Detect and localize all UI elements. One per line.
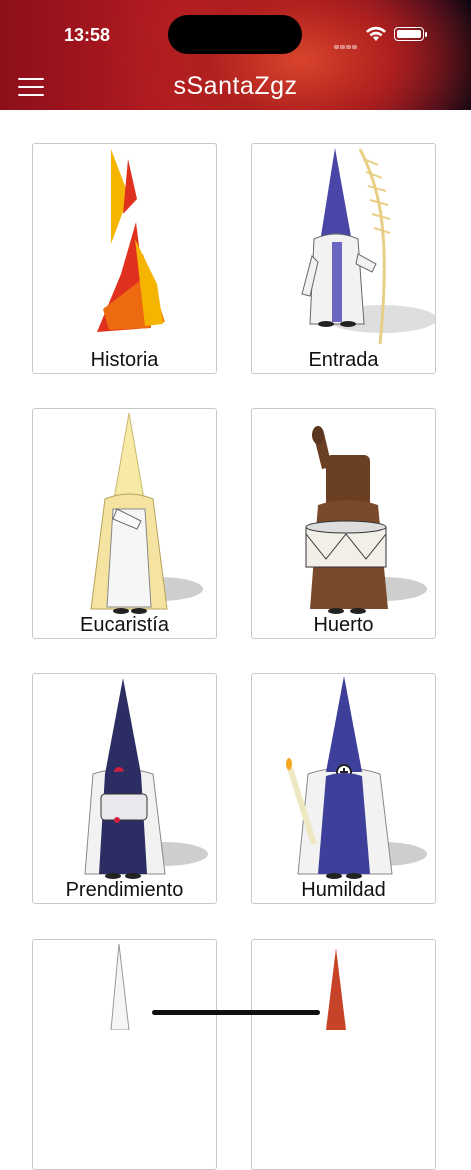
- card-label: Humildad: [301, 879, 386, 901]
- nazareno-purple-white-icon: [301, 148, 435, 345]
- dynamic-island: [168, 15, 302, 54]
- card-label: Huerto: [313, 614, 374, 636]
- nazareno-blue-candle-icon: [286, 676, 427, 879]
- card-historia[interactable]: Historia: [32, 143, 217, 374]
- card-row4-left[interactable]: [32, 939, 217, 1170]
- card-label: Historia: [90, 349, 159, 371]
- nazareno-brown-drum-icon: [305, 426, 427, 614]
- card-entrada[interactable]: Entrada: [251, 143, 436, 374]
- card-eucaristia[interactable]: Eucaristía: [32, 408, 217, 639]
- card-label: Prendimiento: [65, 879, 184, 901]
- wifi-icon: [366, 26, 386, 41]
- status-time: 13:58: [64, 25, 111, 45]
- card-label: Entrada: [308, 349, 379, 371]
- nazareno-red-icon: [326, 948, 346, 1030]
- app-header: 13:58 sSantaZgz: [0, 0, 471, 110]
- card-prendimiento[interactable]: Prendimiento: [32, 673, 217, 904]
- card-label: Eucaristía: [80, 614, 169, 636]
- historia-logo-icon: [97, 149, 165, 332]
- nazareno-cream-icon: [90, 412, 203, 614]
- battery-icon: [394, 27, 427, 41]
- nazareno-white-icon: [110, 943, 130, 1030]
- nazareno-navy-drum-icon: [84, 678, 208, 879]
- cellular-signal-icon: [334, 36, 358, 54]
- card-humildad[interactable]: Humildad: [251, 673, 436, 904]
- page-title: sSantaZgz: [173, 72, 298, 100]
- home-indicator[interactable]: [152, 1010, 320, 1015]
- card-row4-right[interactable]: [251, 939, 436, 1170]
- card-huerto[interactable]: Huerto: [251, 408, 436, 639]
